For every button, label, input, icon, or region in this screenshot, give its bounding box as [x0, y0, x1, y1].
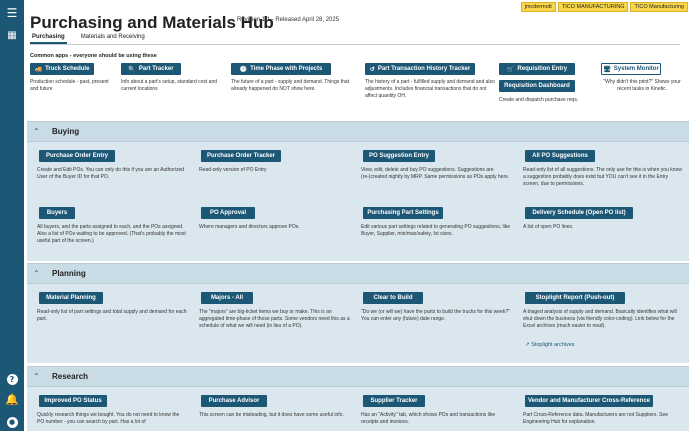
truck-schedule-button[interactable]: 🚚 Truck Schedule — [30, 63, 94, 75]
site-badge[interactable]: TICO Manufacturing — [630, 2, 688, 12]
clock-icon: 🕑 — [239, 66, 248, 73]
search-icon: 🔍 — [128, 66, 136, 73]
purchase-advisor-button[interactable]: Purchase Advisor — [201, 395, 267, 407]
po-suggestion-entry-button[interactable]: PO Suggestion Entry — [363, 150, 435, 162]
section-title: Planning — [52, 269, 86, 278]
section-header[interactable]: ⌃ Buying — [27, 122, 689, 142]
material-planning-button[interactable]: Material Planning — [39, 292, 103, 304]
section-title: Research — [52, 372, 89, 381]
tab-purchasing[interactable]: Purchasing — [30, 33, 67, 44]
po-suggestion-entry-desc: View, edit, delete and buy PO suggestion… — [361, 167, 510, 180]
majors-all-desc: The "majors" are big-ticket items we buy… — [199, 309, 350, 329]
po-approval-button[interactable]: PO Approval — [201, 207, 255, 219]
section-research: ⌃ Research Improved PO Status Quickly re… — [27, 366, 689, 431]
purchase-advisor-desc: This screen can be misleading, but it do… — [199, 412, 344, 418]
revision-text: Revision 1.1 - Released April 28, 2025 — [237, 17, 340, 23]
clear-to-build-button[interactable]: Clear to Build — [363, 292, 423, 304]
menu-icon[interactable]: ☰ — [4, 5, 20, 21]
improved-po-status-desc: Quickly research things we bought. You d… — [37, 412, 180, 425]
all-po-suggestions-desc: Read-only list of all suggestions. The o… — [523, 167, 682, 187]
requisition-dashboard-button[interactable]: Requisition Dashboard — [499, 80, 575, 92]
supplier-tracker-button[interactable]: Supplier Tracker — [363, 395, 425, 407]
material-planning-desc: Read-only list of part settings and tota… — [37, 309, 187, 322]
notification-bell-icon[interactable]: 🔔 — [4, 392, 20, 408]
section-buying: ⌃ Buying Purchase Order Entry Create and… — [27, 121, 689, 261]
context-badges: jmcdermott TICO MANUFACTURING TICO Manuf… — [520, 2, 688, 12]
tab-materials-receiving[interactable]: Materials and Receiving — [79, 33, 147, 44]
time-phase-desc: The future of a part - supply and demand… — [231, 79, 350, 92]
chevron-up-icon: ⌃ — [33, 372, 40, 381]
part-transaction-history-button[interactable]: ↺ Part Transaction History Tracker — [365, 63, 475, 75]
requisition-entry-button[interactable]: 🛒 Requisition Entry — [499, 63, 575, 75]
clear-to-build-desc: "Do we (or will we) have the parts to bu… — [361, 309, 510, 322]
section-header[interactable]: ⌃ Planning — [27, 264, 689, 284]
all-po-suggestions-button[interactable]: All PO Suggestions — [525, 150, 595, 162]
purchase-order-entry-desc: Create and Edit POs. You can only do thi… — [37, 167, 185, 180]
section-header[interactable]: ⌃ Research — [27, 367, 689, 387]
purchase-order-tracker-desc: Read-only version of PO Entry — [199, 167, 267, 173]
chevron-up-icon: ⌃ — [33, 269, 40, 278]
sidebar: ☰ ▦ ? 🔔 ● — [0, 0, 24, 431]
section-title: Buying — [52, 127, 80, 136]
system-monitor-desc: "Why didn't this print?" Shows your rece… — [603, 79, 681, 92]
purchase-order-tracker-button[interactable]: Purchase Order Tracker — [201, 150, 281, 162]
buyers-desc: All buyers, and the parts assigned to ea… — [37, 224, 186, 244]
delivery-schedule-desc: A list of open PO lines. — [523, 224, 574, 230]
cart-icon: 🛒 — [506, 66, 515, 73]
user-avatar[interactable]: ● — [4, 413, 20, 429]
supplier-tracker-desc: Has an "Activity" tab, which shows POs a… — [361, 412, 496, 425]
requisition-dashboard-desc: Create and dispatch purchase reqs. — [499, 97, 579, 103]
truck-schedule-desc: Production schedule - past, present and … — [30, 79, 109, 92]
stoplight-archives-link[interactable]: ↗ Stoplight archives — [525, 342, 575, 348]
tab-bar: Purchasing Materials and Receiving — [30, 33, 680, 45]
majors-all-button[interactable]: Majors - All — [201, 292, 253, 304]
stoplight-report-button[interactable]: Stoplight Report (Push-out) — [525, 292, 625, 304]
improved-po-status-button[interactable]: Improved PO Status — [39, 395, 107, 407]
company-badge[interactable]: TICO MANUFACTURING — [557, 2, 629, 12]
purchase-order-entry-button[interactable]: Purchase Order Entry — [39, 150, 115, 162]
system-monitor-button[interactable]: 🖥 System Monitor — [601, 63, 661, 75]
vendor-manufacturer-xref-button[interactable]: Vendor and Manufacturer Cross-Reference — [525, 395, 653, 407]
part-tracker-button[interactable]: 🔍 Part Tracker — [121, 63, 181, 75]
time-phase-button[interactable]: 🕑 Time Phase with Projects — [231, 63, 331, 75]
common-apps-label: Common apps - everyone should be using t… — [30, 53, 157, 59]
po-approval-desc: Where managers and directors approve POs… — [199, 224, 300, 230]
user-badge[interactable]: jmcdermott — [520, 2, 556, 12]
monitor-icon: 🖥 — [603, 66, 611, 73]
part-tracker-desc: Info about a part's setup, standard cost… — [121, 79, 218, 92]
purchasing-part-settings-button[interactable]: Purchasing Part Settings — [363, 207, 443, 219]
history-icon: ↺ — [369, 66, 375, 73]
section-planning: ⌃ Planning Material Planning Read-only l… — [27, 263, 689, 363]
buyers-button[interactable]: Buyers — [39, 207, 75, 219]
delivery-schedule-button[interactable]: Delivery Schedule (Open PO list) — [525, 207, 633, 219]
stoplight-report-desc: A triaged analysis of supply and demand.… — [523, 309, 677, 329]
apps-grid-icon[interactable]: ▦ — [4, 28, 20, 44]
vendor-manufacturer-xref-desc: Part Cross-Reference data. Manufacturers… — [523, 412, 669, 425]
truck-icon: 🚚 — [34, 66, 43, 73]
help-icon[interactable]: ? — [4, 371, 20, 387]
page-title: Purchasing and Materials Hub — [30, 13, 274, 32]
part-transaction-history-desc: The history of a part - fulfilled supply… — [365, 79, 495, 99]
chevron-up-icon: ⌃ — [33, 127, 40, 136]
purchasing-part-settings-desc: Edit various part settings related to ge… — [361, 224, 510, 237]
